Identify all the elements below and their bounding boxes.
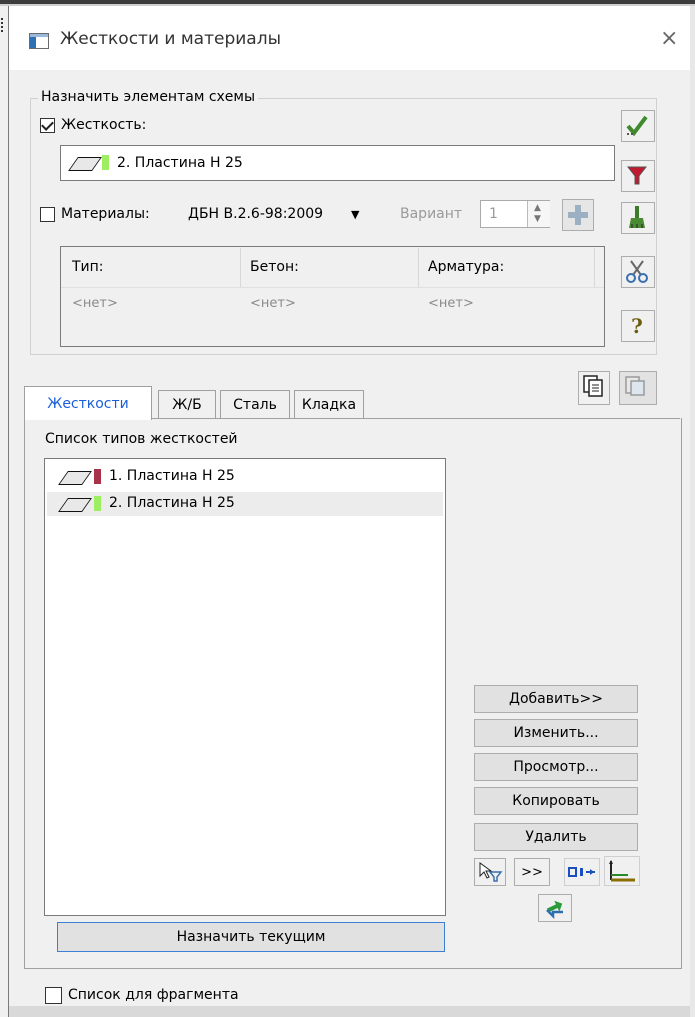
brush-icon [629, 206, 645, 228]
view-button[interactable]: Просмотр... [474, 753, 638, 781]
paste-icon [625, 376, 645, 396]
spin-up-icon[interactable]: ▲ [534, 203, 541, 213]
current-stiffness-text: 2. Пластина Н 25 [117, 155, 243, 171]
checkmark-icon [626, 115, 648, 137]
left-frame [0, 6, 9, 1017]
next-button[interactable]: >> [514, 858, 550, 886]
copy-button[interactable] [578, 371, 610, 405]
spinner-buttons[interactable]: ▲ ▼ [527, 201, 550, 227]
stiffness-list[interactable] [44, 458, 446, 916]
assign-group-legend: Назначить элементам схемы [38, 89, 259, 105]
select-filter-icon [479, 862, 503, 882]
table-header-line [61, 287, 604, 288]
assign-current-button[interactable]: Назначить текущим [57, 922, 445, 952]
materials-label: Материалы: [61, 206, 150, 222]
brush-button[interactable] [621, 202, 655, 234]
chevron-down-icon[interactable]: ▼ [351, 208, 359, 221]
filter-icon [626, 166, 648, 185]
table-col-sep [240, 248, 241, 288]
copy-stiffness-button[interactable]: Копировать [474, 787, 638, 815]
tab-masonry[interactable]: Кладка [294, 390, 364, 418]
help-button[interactable]: ? [621, 310, 655, 342]
table-cell-concrete: <нет> [250, 296, 296, 311]
list-item-label: 1. Пластина Н 25 [109, 468, 235, 484]
spin-down-icon[interactable]: ▼ [534, 214, 541, 224]
table-col-sep [594, 248, 595, 288]
list-item-label: 2. Пластина Н 25 [109, 495, 235, 511]
left-frame-marks [1, 18, 6, 32]
tab-rc[interactable]: Ж/Б [158, 390, 216, 418]
table-cell-type: <нет> [72, 296, 118, 311]
axis-button[interactable] [604, 856, 640, 886]
tab-steel[interactable]: Сталь [220, 390, 290, 418]
stiffness-color-swatch [102, 155, 109, 170]
help-icon: ? [631, 314, 643, 338]
paste-button[interactable] [619, 371, 657, 405]
cut-button[interactable] [621, 256, 655, 288]
close-icon[interactable]: × [660, 28, 678, 50]
axis-icon [609, 860, 635, 882]
materials-checkbox[interactable] [40, 207, 55, 222]
apply-button[interactable] [621, 110, 655, 142]
stiffness-color-swatch [94, 469, 101, 484]
fragment-list-label: Список для фрагмента [68, 987, 239, 1003]
plate-icon [58, 471, 92, 485]
stiffness-label: Жесткость: [61, 117, 147, 133]
stiffness-checkbox[interactable] [40, 118, 55, 133]
tab-stiffness[interactable]: Жесткости [24, 386, 152, 420]
select-filter-button[interactable] [474, 858, 506, 886]
norm-select[interactable]: ДБН В.2.6-98:2009 [188, 206, 360, 222]
window-icon [29, 33, 49, 49]
add-button[interactable]: Добавить>> [474, 685, 638, 713]
right-frame [690, 6, 695, 1017]
materials-table [60, 246, 605, 347]
variant-label: Вариант [400, 206, 463, 222]
tab-panel-top-line [364, 418, 680, 419]
tab-baseline [152, 418, 364, 419]
filter-button[interactable] [621, 160, 655, 192]
norm-value: ДБН В.2.6-98:2009 [188, 206, 324, 222]
dimension-button[interactable] [564, 858, 600, 886]
table-cell-rebar: <нет> [428, 296, 474, 311]
dimension-icon [568, 867, 595, 877]
svg-text:?: ? [631, 314, 643, 338]
plate-icon [58, 498, 92, 512]
bottom-strip [9, 1006, 690, 1017]
table-col-sep [418, 248, 419, 288]
add-variant-button[interactable] [562, 199, 594, 231]
swap-icon [546, 900, 563, 920]
delete-button[interactable]: Удалить [474, 823, 638, 851]
table-header-rebar: Арматура: [428, 259, 505, 275]
table-header-type: Тип: [72, 259, 104, 275]
list-item-selected[interactable]: 2. Пластина Н 25 [47, 492, 443, 516]
fragment-list-checkbox[interactable] [45, 987, 62, 1004]
window-title: Жесткости и материалы [60, 29, 281, 49]
list-item[interactable]: 1. Пластина Н 25 [47, 465, 443, 489]
scissors-icon [626, 260, 648, 283]
table-header-concrete: Бетон: [250, 259, 299, 275]
swap-button[interactable] [538, 894, 572, 922]
variant-value: 1 [489, 206, 498, 222]
edit-button[interactable]: Изменить... [474, 719, 638, 747]
copy-icon [583, 375, 603, 397]
plus-icon [568, 205, 588, 225]
stiffness-list-title: Список типов жесткостей [45, 431, 238, 447]
stiffness-color-swatch [94, 496, 101, 511]
